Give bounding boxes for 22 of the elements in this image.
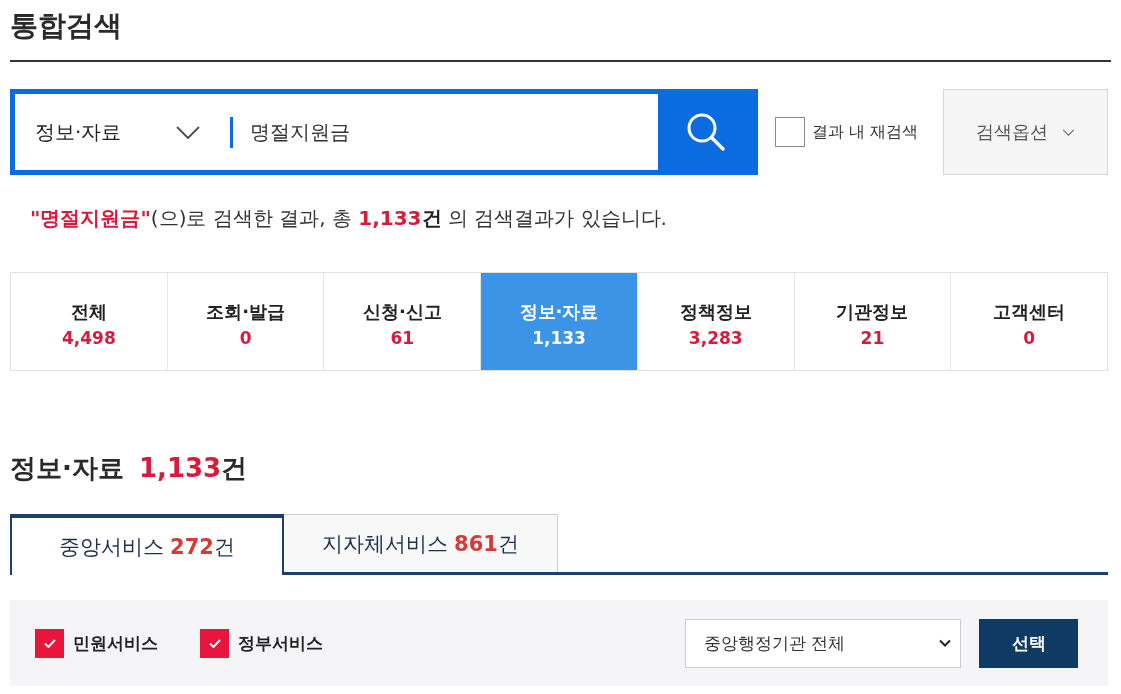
filter-label: 민원서비스	[73, 631, 158, 655]
search-icon	[686, 113, 725, 151]
result-summary-text: "명절지원금"(으)로 검색한 결과, 총 1,133건 의 검색결과가 있습니다.	[30, 205, 667, 232]
filter-checkbox[interactable]	[35, 628, 64, 658]
search-field[interactable]: 명절지원금	[250, 112, 630, 152]
chevron-down-icon	[176, 125, 200, 139]
chevron-down-icon	[939, 639, 951, 647]
service-tab[interactable]: 중앙서비스 272건	[10, 514, 284, 575]
apply-button[interactable]: 선택	[979, 618, 1078, 668]
chevron-down-icon	[1062, 128, 1075, 136]
refine-label: 결과 내 재검색	[812, 121, 919, 143]
section-heading: 정보·자료 1,133건	[10, 452, 248, 485]
filter-label: 정부서비스	[238, 631, 323, 655]
search-options-button[interactable]: 검색옵션	[943, 89, 1108, 175]
agency-select[interactable]: 중앙행정기관 전체	[685, 618, 961, 668]
check-icon	[208, 638, 221, 648]
refine-checkbox[interactable]	[775, 117, 805, 147]
filter-checkbox[interactable]	[200, 628, 229, 658]
service-tab[interactable]: 지자체서비스 861건	[284, 514, 558, 572]
check-icon	[43, 638, 56, 648]
page-title: 통합검색	[10, 8, 122, 44]
scope-select[interactable]: 정보·자료	[15, 94, 215, 170]
